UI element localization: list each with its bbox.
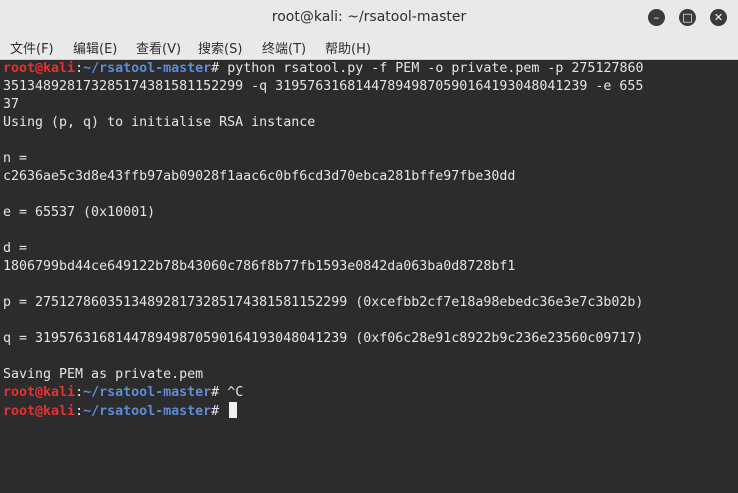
prompt-path: ~/rsatool-master: [83, 404, 212, 419]
prompt-separator: :: [75, 61, 84, 76]
command-text: python rsatool.py -f PEM -o private.pem …: [219, 61, 644, 76]
prompt-symbol: #: [211, 385, 220, 400]
menu-file[interactable]: 文件(F): [10, 38, 54, 57]
command-line-3: root@kali:~/rsatool-master#: [3, 402, 238, 420]
output-line: q = 319576316814478949870590164193048041…: [3, 331, 644, 346]
menu-help[interactable]: 帮助(H): [325, 38, 371, 57]
minimize-icon: –: [653, 11, 660, 24]
prompt-path: ~/rsatool-master: [83, 61, 212, 76]
output-line: p = 275127860351348928173285174381581152…: [3, 295, 644, 310]
minimize-button[interactable]: –: [648, 9, 665, 26]
prompt-user-host: root@kali: [3, 61, 76, 76]
window-title: root@kali: ~/rsatool-master: [271, 9, 467, 25]
prompt-user-host: root@kali: [3, 385, 76, 400]
output-line: d =: [3, 241, 28, 256]
title-bar[interactable]: root@kali: ~/rsatool-master – □ ✕: [0, 0, 738, 37]
terminal-window: root@kali: ~/rsatool-master – □ ✕ 文件(F) …: [0, 0, 738, 493]
output-line: 1806799bd44ce649122b78b43060c786f8b77fb1…: [3, 259, 516, 274]
output-line: e = 65537 (0x10001): [3, 205, 156, 220]
prompt-user-host: root@kali: [3, 404, 76, 419]
output-line: Using (p, q) to initialise RSA instance: [3, 115, 316, 130]
text-cursor: [229, 402, 238, 418]
maximize-button[interactable]: □: [679, 9, 696, 26]
close-icon: ✕: [713, 11, 724, 24]
maximize-icon: □: [682, 11, 693, 24]
prompt-symbol: #: [211, 61, 220, 76]
prompt-separator: :: [75, 404, 84, 419]
output-line: Saving PEM as private.pem: [3, 367, 204, 382]
command-text: ^C: [219, 385, 244, 400]
close-button[interactable]: ✕: [710, 9, 727, 26]
command-line-2: root@kali:~/rsatool-master# ^C: [3, 384, 243, 402]
prompt-separator: :: [75, 385, 84, 400]
menu-search[interactable]: 搜索(S): [198, 38, 242, 57]
command-line-1: root@kali:~/rsatool-master# python rsato…: [3, 60, 643, 78]
command-wrap-line: 351348928173285174381581152299 -q 319576…: [3, 79, 644, 94]
prompt-path: ~/rsatool-master: [83, 385, 212, 400]
menu-view[interactable]: 查看(V): [136, 38, 181, 57]
menu-bar: 文件(F) 编辑(E) 查看(V) 搜索(S) 终端(T) 帮助(H): [0, 36, 738, 60]
output-line: n =: [3, 151, 28, 166]
menu-edit[interactable]: 编辑(E): [73, 38, 117, 57]
command-wrap-line: 37: [3, 97, 20, 112]
menu-terminal[interactable]: 终端(T): [262, 38, 306, 57]
command-text: [219, 404, 227, 419]
prompt-symbol: #: [211, 404, 220, 419]
terminal-output[interactable]: root@kali:~/rsatool-master# python rsato…: [0, 60, 738, 493]
output-line: c2636ae5c3d8e43ffb97ab09028f1aac6c0bf6cd…: [3, 169, 516, 184]
